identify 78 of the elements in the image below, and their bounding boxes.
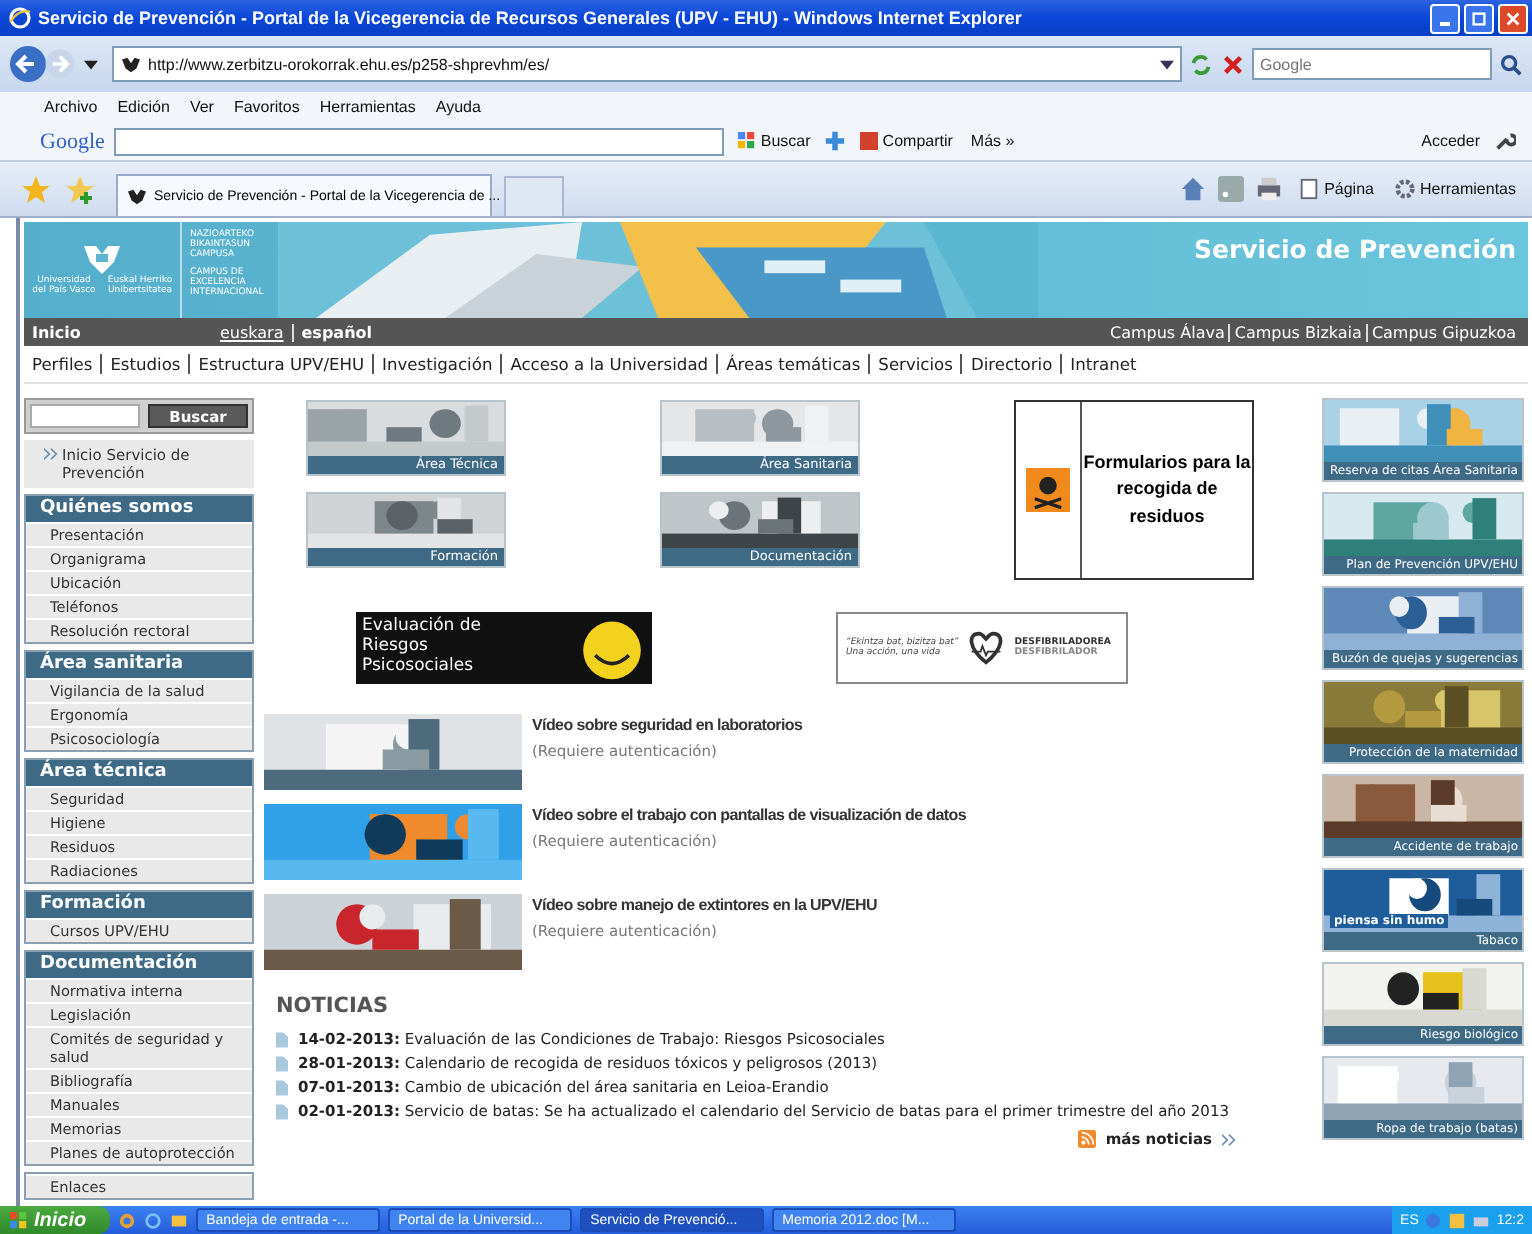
university-logo-icon bbox=[78, 242, 126, 279]
residue-forms-poster[interactable]: Formularios para la recogida de residuos bbox=[1014, 400, 1254, 580]
section-header: Formación bbox=[26, 892, 252, 918]
video-link[interactable]: Vídeo sobre manejo de extintores en la UPV/EHU bbox=[532, 896, 877, 914]
print-icon[interactable] bbox=[1256, 176, 1283, 202]
nav-link[interactable]: Perfiles bbox=[24, 354, 101, 374]
forward-button[interactable] bbox=[42, 46, 78, 82]
site-logo-icon bbox=[126, 187, 148, 205]
chevron-icon bbox=[1222, 1134, 1236, 1146]
wrench-icon[interactable] bbox=[1494, 130, 1516, 152]
toolbar-logo: Google bbox=[40, 129, 105, 153]
add-star-icon[interactable] bbox=[64, 173, 96, 205]
more-button[interactable]: Más » bbox=[966, 132, 1019, 150]
section-header: Documentación bbox=[26, 952, 252, 978]
campus-link[interactable]: Campus Gipuzkoa bbox=[1365, 323, 1520, 341]
menu-item[interactable]: Ayuda bbox=[435, 98, 481, 116]
maximize-button[interactable] bbox=[1464, 3, 1494, 33]
language-link[interactable]: español bbox=[291, 323, 380, 341]
campus-link[interactable]: Campus Bizkaia bbox=[1228, 323, 1366, 341]
refresh-icon[interactable] bbox=[1188, 51, 1214, 77]
minimize-button[interactable] bbox=[1430, 3, 1460, 33]
site-title: Servicio de Prevención bbox=[1192, 232, 1518, 268]
back-button[interactable] bbox=[8, 44, 48, 84]
section-header: Área sanitaria bbox=[26, 652, 252, 678]
poster-text: Formularios para la recogida de residuos bbox=[1082, 449, 1252, 530]
video-link[interactable]: Vídeo sobre el trabajo con pantallas de visualización de datos bbox=[532, 806, 967, 824]
hazard-sign-icon bbox=[1026, 468, 1070, 512]
menu-item[interactable]: Herramientas bbox=[319, 98, 416, 116]
language-link[interactable]: euskara bbox=[212, 323, 292, 341]
maximize-icon bbox=[1470, 9, 1488, 27]
minimize-icon bbox=[1440, 21, 1450, 25]
nav-link[interactable]: Investigación bbox=[372, 354, 501, 374]
home-link[interactable]: Inicio bbox=[32, 323, 212, 341]
video-link[interactable]: Vídeo sobre seguridad en laboratorios bbox=[532, 716, 803, 734]
tools-menu-button[interactable]: Herramientas bbox=[1389, 178, 1520, 200]
window-title: Servicio de Prevención - Portal de la Vicegerencia de Recursos Generales (UPV - EHU) - Windows Internet Explorer bbox=[38, 8, 1024, 28]
close-button[interactable] bbox=[1498, 3, 1528, 33]
nav-link[interactable]: Directorio bbox=[960, 354, 1061, 374]
square-icon bbox=[860, 132, 879, 150]
chevron-icon bbox=[44, 448, 58, 460]
section-header: Quiénes somos bbox=[26, 496, 252, 522]
nav-link[interactable]: Áreas temáticas bbox=[716, 354, 869, 374]
nav-link[interactable]: Estructura UPV/EHU bbox=[188, 354, 373, 374]
caret-icon[interactable] bbox=[84, 59, 98, 69]
page-menu-button[interactable]: Página bbox=[1294, 178, 1378, 200]
gear-icon bbox=[1393, 178, 1416, 200]
site-search-field[interactable] bbox=[30, 404, 140, 428]
banner-text: Evaluación de Riesgos Psicosociales bbox=[362, 618, 484, 678]
caret-icon[interactable] bbox=[1160, 59, 1174, 69]
section-header: Área técnica bbox=[26, 760, 252, 786]
nav-link[interactable]: Intranet bbox=[1060, 354, 1145, 374]
menu-item[interactable]: Archivo bbox=[44, 98, 98, 116]
windows-logo-icon bbox=[10, 1211, 28, 1229]
star-icon[interactable] bbox=[20, 173, 52, 205]
site-logo-icon bbox=[120, 55, 142, 73]
search-icon[interactable] bbox=[1498, 51, 1524, 77]
address-field[interactable]: http://www.zerbitzu-orokorrak.ehu.es/p258-shprevhm/es/ bbox=[112, 46, 1182, 82]
menu-item[interactable]: Favoritos bbox=[233, 98, 300, 116]
stop-icon[interactable] bbox=[1220, 51, 1246, 77]
psychosocial-banner[interactable]: Evaluación de Riesgos Psicosociales bbox=[356, 612, 652, 684]
search-button[interactable]: Buscar bbox=[734, 132, 815, 150]
share-button[interactable]: Compartir bbox=[856, 132, 957, 150]
page-icon bbox=[1298, 178, 1321, 200]
nav-link[interactable]: Servicios bbox=[868, 354, 961, 374]
news-heading: NOTICIAS bbox=[276, 994, 391, 1018]
plus-icon[interactable] bbox=[824, 130, 847, 152]
campus-link[interactable]: Campus Álava bbox=[1105, 323, 1229, 341]
close-icon bbox=[1504, 9, 1522, 27]
menu-item[interactable]: Edición bbox=[117, 98, 170, 116]
squares-icon bbox=[738, 132, 757, 150]
toolbar-search-field[interactable] bbox=[114, 127, 725, 155]
start-button[interactable]: Inicio bbox=[0, 1206, 111, 1234]
search-field[interactable]: Google bbox=[1252, 48, 1492, 80]
nav-link[interactable]: Estudios bbox=[100, 354, 189, 374]
nav-link[interactable]: Acceso a la Universidad bbox=[500, 354, 717, 374]
menu-item[interactable]: Ver bbox=[189, 98, 214, 116]
sign-in-button[interactable]: Acceder bbox=[1417, 132, 1484, 150]
home-icon[interactable] bbox=[1180, 176, 1207, 202]
